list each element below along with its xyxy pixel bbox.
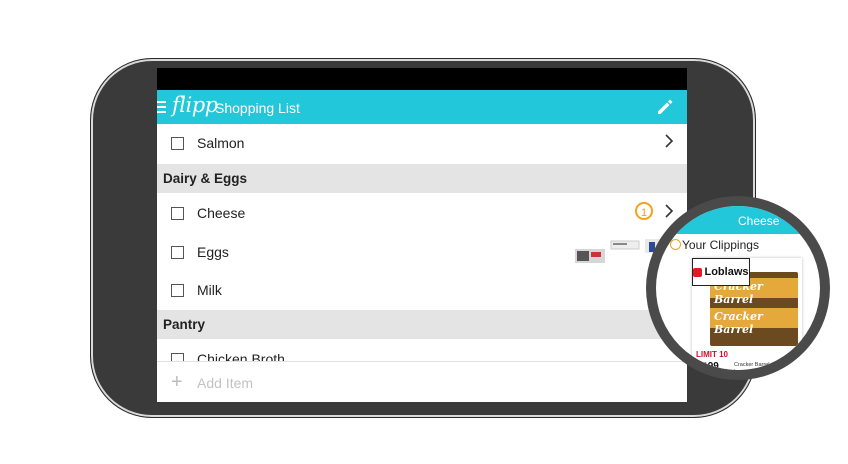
list-item-cheese[interactable]: Cheese 1 bbox=[157, 194, 687, 232]
clipping-card[interactable]: Cracker Barrel Cracker Barrel Loblaws LI… bbox=[692, 258, 802, 370]
menu-icon[interactable] bbox=[157, 101, 166, 113]
checkbox[interactable] bbox=[171, 246, 184, 259]
item-label: Cheese bbox=[197, 205, 246, 221]
magnifier-lens: Cheese Your Clippings Cracker Barrel Cra… bbox=[656, 206, 820, 370]
chevron-right-icon[interactable] bbox=[663, 134, 675, 148]
your-clippings-label: Your Clippings bbox=[682, 238, 759, 252]
section-header-pantry: Pantry bbox=[157, 310, 687, 339]
add-item-input[interactable]: Add Item bbox=[197, 375, 253, 391]
magnified-title: Cheese bbox=[738, 214, 780, 228]
item-label: Salmon bbox=[197, 135, 245, 151]
list-item-salmon[interactable]: Salmon bbox=[157, 124, 687, 162]
magnifier-callout: Cheese Your Clippings Cracker Barrel Cra… bbox=[646, 196, 830, 380]
flipp-logo: flipp bbox=[172, 93, 218, 117]
section-header-dairy: Dairy & Eggs bbox=[157, 164, 687, 193]
edit-pencil-icon[interactable] bbox=[655, 97, 675, 117]
magnified-app-bar: Cheese bbox=[656, 206, 820, 234]
add-item-bar[interactable]: + Add Item bbox=[157, 361, 687, 402]
brand-label: Cracker Barrel bbox=[714, 310, 763, 336]
status-bar bbox=[157, 68, 687, 90]
checkbox[interactable] bbox=[171, 207, 184, 220]
section-label: Pantry bbox=[163, 317, 206, 332]
item-label: Milk bbox=[197, 282, 222, 298]
limit-text: LIMIT 10 bbox=[696, 350, 729, 359]
product-description: Cracker Barrel cheese bar selected varie… bbox=[734, 362, 789, 370]
checkbox[interactable] bbox=[171, 284, 184, 297]
price: 599 bbox=[696, 359, 719, 370]
clipping-circle-icon bbox=[670, 239, 681, 250]
app-bar: flipp Shopping List bbox=[157, 90, 687, 124]
list-item-milk[interactable]: Milk bbox=[157, 271, 687, 309]
clipping-count-badge[interactable]: 1 bbox=[635, 202, 653, 220]
item-label: Eggs bbox=[197, 244, 229, 260]
phone-screen: flipp Shopping List Salmon Dairy & Eggs … bbox=[157, 68, 687, 402]
section-label: Dairy & Eggs bbox=[163, 171, 248, 186]
checkbox[interactable] bbox=[171, 137, 184, 150]
loblaws-logo: Loblaws bbox=[692, 258, 750, 286]
plus-icon[interactable]: + bbox=[171, 371, 183, 394]
page-title: Shopping List bbox=[215, 100, 300, 116]
